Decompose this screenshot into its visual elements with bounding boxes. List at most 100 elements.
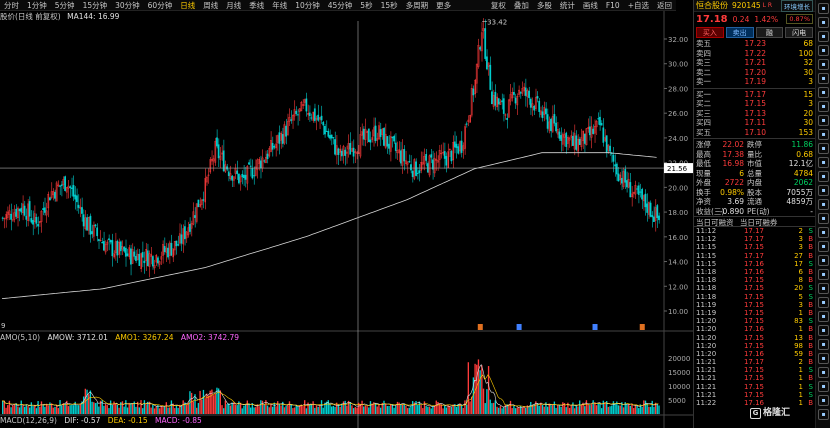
home-icon[interactable]: ▪ xyxy=(818,311,829,322)
toolbar-tool[interactable]: 叠加 xyxy=(510,0,533,10)
toolbar-tool[interactable]: 返回 xyxy=(653,0,676,10)
tick-volume: 3 xyxy=(798,235,803,244)
period-tab[interactable]: 月线 xyxy=(222,0,245,10)
mail-icon[interactable]: ▪ xyxy=(818,283,829,294)
pie-icon[interactable]: ▪ xyxy=(818,353,829,364)
period-tab[interactable]: 1分钟 xyxy=(23,0,51,10)
period-tab[interactable]: 45分钟 xyxy=(324,0,357,10)
tag-icon[interactable]: ▪ xyxy=(818,185,829,196)
cloud-icon[interactable]: ▪ xyxy=(818,171,829,182)
back-icon[interactable]: ▪ xyxy=(818,409,829,420)
info-icon[interactable]: ▪ xyxy=(818,213,829,224)
ob-label: 卖一 xyxy=(696,77,711,87)
lock-icon[interactable]: ▪ xyxy=(818,143,829,154)
volume-bar xyxy=(248,403,250,414)
tick-price: 17.15 xyxy=(743,390,764,399)
period-tab[interactable]: 5分钟 xyxy=(51,0,79,10)
volume-bar xyxy=(644,400,647,414)
volume-bar xyxy=(101,400,103,414)
chat-icon[interactable]: ▪ xyxy=(818,339,829,350)
candle-body xyxy=(501,100,503,103)
macd-title-row: MACD(12,26,9) DIF: -0.57 DEA: -0.15 MACD… xyxy=(0,416,207,425)
last-price: 17.18 xyxy=(696,13,728,25)
chart-icon[interactable]: ▪ xyxy=(818,17,829,28)
pin-icon[interactable]: ▪ xyxy=(818,241,829,252)
period-tab[interactable]: 10分钟 xyxy=(291,0,324,10)
candle-body xyxy=(624,169,627,183)
volume-bar xyxy=(106,405,108,414)
period-tab[interactable]: 日线 xyxy=(176,0,199,10)
toolbar-tool[interactable]: F10 xyxy=(602,0,624,10)
search-icon[interactable]: ▪ xyxy=(818,297,829,308)
plus-icon[interactable]: ▪ xyxy=(818,367,829,378)
chart-area[interactable]: 32.0030.0028.0026.0024.0022.0020.0018.00… xyxy=(0,11,693,428)
volume-bar xyxy=(383,400,385,414)
tick-time: 11:19 xyxy=(696,308,717,317)
share-icon[interactable]: ▪ xyxy=(818,129,829,140)
stock-code: 920145 xyxy=(732,1,761,10)
more-icon[interactable]: ▪ xyxy=(818,395,829,406)
grid-icon[interactable]: ▪ xyxy=(818,59,829,70)
stock-name[interactable]: 恒合股份 xyxy=(696,0,728,11)
flash-button[interactable]: 闪电 xyxy=(785,27,813,38)
tick-list[interactable]: 11:12 17.17 2 S 11:12 17.17 3 B 11:15 17.15 3 B 11:1… xyxy=(694,227,815,407)
toolbar-tool[interactable]: 复权 xyxy=(487,0,510,10)
kline-chart-svg[interactable]: 32.0030.0028.0026.0024.0022.0020.0018.00… xyxy=(0,11,693,428)
flag-icon[interactable]: ▪ xyxy=(818,73,829,84)
ob-price: 17.22 xyxy=(744,48,766,58)
volume-bar xyxy=(552,404,554,414)
period-tab[interactable]: 周线 xyxy=(199,0,222,10)
volume-bar xyxy=(430,408,432,414)
volume-bar xyxy=(71,404,73,414)
tick-volume: 5 xyxy=(798,292,803,301)
eye-icon[interactable]: ▪ xyxy=(818,325,829,336)
volume-bar xyxy=(280,405,282,414)
help-icon[interactable]: ▪ xyxy=(818,255,829,266)
candle-body xyxy=(494,91,497,106)
volume-bar xyxy=(595,405,598,414)
candle-body xyxy=(514,97,517,104)
toolbar-tool[interactable]: 统计 xyxy=(556,0,579,10)
volume-bar xyxy=(312,401,314,414)
minus-icon[interactable]: ▪ xyxy=(818,381,829,392)
sell-button[interactable]: 卖出 xyxy=(725,27,754,38)
news-icon[interactable]: ▪ xyxy=(818,45,829,56)
period-tab[interactable]: 季线 xyxy=(245,0,268,10)
period-tab[interactable]: 年线 xyxy=(268,0,291,10)
period-tab[interactable]: 5秒 xyxy=(356,0,376,10)
candle-body xyxy=(28,201,31,217)
fav-button[interactable]: 环境增长 xyxy=(781,0,813,12)
period-tab[interactable]: 15秒 xyxy=(377,0,402,10)
stat-value: -0.890 xyxy=(719,206,744,216)
list-icon[interactable]: ▪ xyxy=(818,31,829,42)
menu-icon[interactable]: ▪ xyxy=(818,3,829,14)
toolbar-tool[interactable]: +自选 xyxy=(624,0,653,10)
toolbar-tool[interactable]: 画线 xyxy=(579,0,602,10)
tick-direction: S xyxy=(808,390,813,399)
period-tab[interactable]: 60分钟 xyxy=(144,0,177,10)
gear-icon[interactable]: ▪ xyxy=(818,115,829,126)
toolbar-tool[interactable]: 多股 xyxy=(533,0,556,10)
book-icon[interactable]: ▪ xyxy=(818,199,829,210)
candle-body xyxy=(290,119,293,121)
star-icon[interactable]: ▪ xyxy=(818,87,829,98)
candle-body xyxy=(536,96,539,99)
bell-icon[interactable]: ▪ xyxy=(818,101,829,112)
volume-bar xyxy=(589,405,591,414)
candle-body xyxy=(123,246,126,252)
trade-icon[interactable]: ▪ xyxy=(818,227,829,238)
link-icon[interactable]: ▪ xyxy=(818,269,829,280)
period-tab[interactable]: 30分钟 xyxy=(111,0,144,10)
period-tab[interactable]: 更多 xyxy=(432,0,455,10)
buy-button[interactable]: 买入 xyxy=(696,27,724,38)
user-icon[interactable]: ▪ xyxy=(818,157,829,168)
tick-direction: B xyxy=(808,358,813,367)
period-tab[interactable]: 分时 xyxy=(0,0,23,10)
candle-body xyxy=(479,47,482,50)
period-tab[interactable]: 15分钟 xyxy=(79,0,112,10)
candle-body xyxy=(101,242,104,244)
margin-button[interactable]: 融 xyxy=(755,27,784,38)
period-tab[interactable]: 多周期 xyxy=(402,0,433,10)
volume-bar xyxy=(410,405,412,414)
volume-bar xyxy=(560,406,562,414)
